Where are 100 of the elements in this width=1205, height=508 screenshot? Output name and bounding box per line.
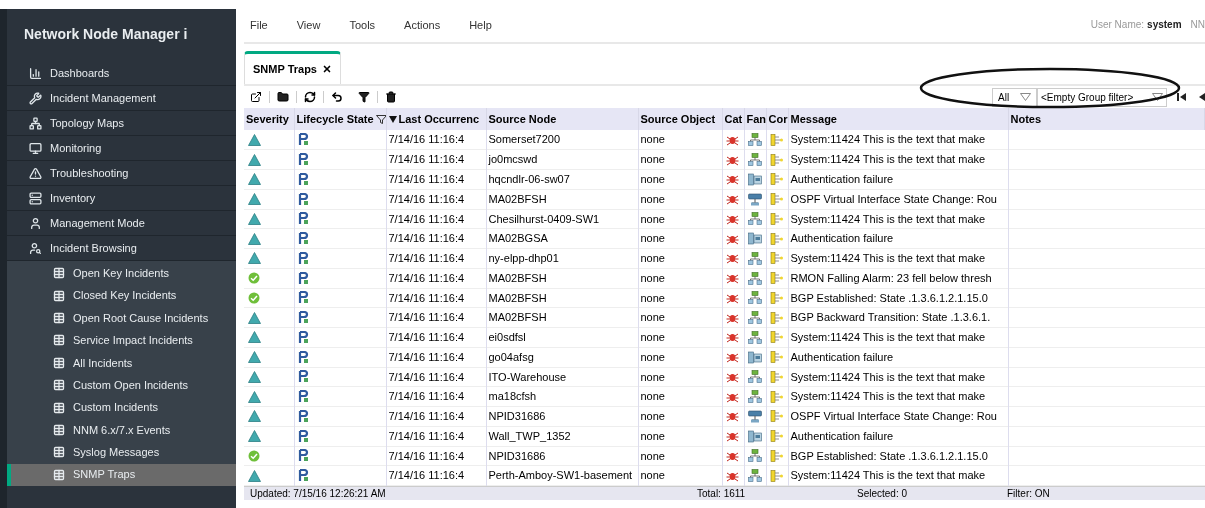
hierarchy-icon [29,116,42,130]
tab[interactable]: SNMP Traps [244,51,341,84]
external-link-icon[interactable] [250,91,262,103]
nav-item[interactable]: Topology Maps [7,111,236,136]
scope-dropdown[interactable]: All [992,87,1037,107]
table-cell: Authentication failure [788,169,1008,190]
grid-icon [53,267,65,280]
updated-text: Updated: 7/15/16 12:26:21 AM [250,487,387,501]
nav-subitem[interactable]: Custom Open Incidents [7,373,236,397]
table-cell: MA02BGSA [486,228,638,249]
warning-icon [29,166,42,180]
table-cell: hqcndlr-06-sw07 [486,169,638,190]
bug-icon [725,351,739,364]
column-header[interactable]: Cor [766,108,788,130]
correlation-icon [769,173,784,186]
nav-item[interactable]: Dashboards [7,61,236,86]
bug-icon [725,252,739,265]
column-header[interactable]: Last Occurrenc [386,108,486,130]
menu-item[interactable]: View [296,16,321,34]
nav-subitem[interactable]: SNMP Traps [7,463,236,486]
nav-item[interactable]: Monitoring [7,136,236,161]
table-cell: 7/14/16 11:16:4 [386,465,486,486]
correlation-icon [769,410,784,423]
nav-item[interactable]: Management Mode [7,211,236,236]
table-cell: System:11424 This is the text that make [788,367,1008,387]
wrench-icon [29,91,42,105]
table-cell: none [638,228,722,249]
table-cell: Somerset7200 [486,130,638,150]
nav-item[interactable]: Inventory [7,186,236,211]
table-cell: 7/14/16 11:16:4 [386,248,486,269]
table-cell: none [638,426,722,446]
table-cell: OSPF Virtual Interface State Change: Rou [788,189,1008,209]
table-cell: RMON Falling Alarm: 23 fell below thresh [788,268,1008,288]
folder-icon[interactable] [277,91,289,103]
menu-item[interactable]: Tools [349,16,376,34]
correlation-icon [769,272,784,285]
first-page-icon[interactable] [1177,92,1187,102]
caret-icon [1152,93,1163,101]
column-header[interactable]: Lifecycle State [294,108,386,130]
previous-page-icon[interactable] [1199,92,1205,102]
column-header[interactable]: Fan [744,108,766,130]
server-icon [29,191,42,205]
table-cell: none [638,288,722,308]
table-cell: ei0sdfsl [486,327,638,348]
sort-descending-icon [388,115,397,123]
table-cell: none [638,130,722,150]
bug-icon [725,173,739,186]
nav-subitem[interactable]: NNM 6.x/7.x Events [7,418,236,442]
trash-icon[interactable] [385,91,397,103]
correlation-icon [769,370,784,383]
menu-item[interactable]: File [250,16,268,34]
table-cell: none [638,169,722,190]
table-cell: 7/14/16 11:16:4 [386,189,486,209]
table-cell: none [638,248,722,269]
refresh-icon[interactable] [304,91,316,103]
nav-subitem[interactable]: Closed Key Incidents [7,284,236,307]
correlation-icon [769,449,784,462]
table-cell: 7/14/16 11:16:4 [386,386,486,407]
table-cell: 7/14/16 11:16:4 [386,268,486,288]
table-cell: 7/14/16 11:16:4 [386,307,486,328]
table-cell: System:11424 This is the text that make [788,465,1008,486]
grid-icon [53,311,65,324]
nav-subitem[interactable]: Open Key Incidents [7,262,236,285]
nav-subitem[interactable]: Syslog Messages [7,441,236,464]
undo-icon[interactable] [331,91,343,103]
nav-item[interactable]: Troubleshooting [7,161,236,186]
menu-item[interactable]: Actions [404,16,441,34]
correlation-icon [769,193,784,206]
menu-item[interactable]: Help [469,16,492,34]
table-cell: none [638,347,722,367]
column-header[interactable]: Cat [722,108,744,130]
user-name-label: User Name: [1090,17,1145,32]
table-cell: System:11424 This is the text that make [788,386,1008,407]
group-filter-dropdown[interactable]: <Empty Group filter> [1037,87,1167,107]
grid-icon [53,289,65,302]
grid-icon [53,379,65,392]
column-header[interactable]: Message [788,108,1008,130]
nav-subitem[interactable]: Open Root Cause Incidents [7,306,236,330]
nav-subitem[interactable]: Custom Incidents [7,396,236,419]
table-cell: BGP Backward Transition: State .1.3.6.1. [788,307,1008,328]
correlation-icon [769,351,784,364]
table-cell: System:11424 This is the text that make [788,248,1008,269]
table-cell: 7/14/16 11:16:4 [386,130,486,150]
column-header[interactable]: Severity [244,108,294,130]
nav-item[interactable]: Incident Management [7,86,236,111]
table-cell: 7/14/16 11:16:4 [386,347,486,367]
column-header[interactable]: Source Object [638,108,722,130]
table-cell: Authentication failure [788,228,1008,249]
table-cell: none [638,149,722,170]
close-icon[interactable] [322,64,332,74]
table-cell: none [638,446,722,466]
table-cell: NPID31686 [486,406,638,427]
nav-subitem[interactable]: Service Impact Incidents [7,329,236,352]
table-cell: System:11424 This is the text that make [788,209,1008,229]
column-header[interactable]: Source Node [486,108,638,130]
caret-icon [1020,93,1031,101]
column-header[interactable]: Notes [1008,108,1205,130]
table-cell: none [638,465,722,486]
nav-subitem[interactable]: All Incidents [7,351,236,374]
grid-icon [53,423,65,436]
